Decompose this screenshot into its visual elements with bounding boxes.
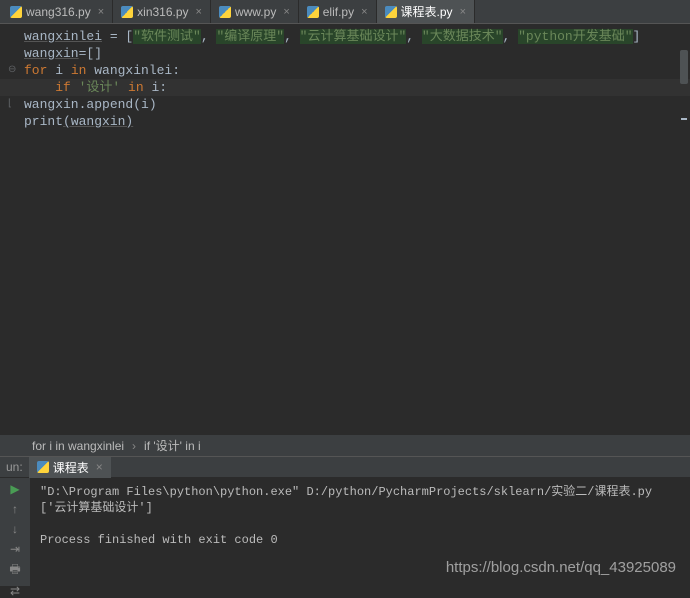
run-tab-label: 课程表 — [53, 459, 89, 476]
code-line: print(wangxin) — [24, 113, 682, 130]
tab-xin316[interactable]: xin316.py × — [113, 0, 211, 23]
python-icon — [121, 6, 133, 18]
run-label: un: — [6, 460, 23, 474]
scroll-up-icon[interactable]: ↑ — [7, 502, 23, 516]
python-icon — [385, 6, 397, 18]
close-icon[interactable]: × — [283, 6, 289, 18]
settings-icon[interactable]: ⇄ — [7, 584, 23, 598]
tab-www[interactable]: www.py × — [211, 0, 299, 23]
tab-label: www.py — [235, 5, 276, 19]
rerun-icon[interactable]: ▶ — [7, 482, 23, 496]
tab-elif[interactable]: elif.py × — [299, 0, 377, 23]
run-panel: ▶ ↑ ↓ ⇥ 🖶 ⇄ "D:\Program Files\python\pyt… — [0, 478, 690, 586]
code-line: ⊖ for i in wangxinlei: — [24, 62, 682, 79]
python-icon — [219, 6, 231, 18]
tab-label: wang316.py — [26, 5, 91, 19]
soft-wrap-icon[interactable]: ⇥ — [7, 542, 23, 556]
breadcrumb: for i in wangxinlei › if '设计' in i — [0, 434, 690, 456]
close-icon[interactable]: × — [361, 6, 367, 18]
scroll-down-icon[interactable]: ↓ — [7, 522, 23, 536]
tab-kebiao[interactable]: 课程表.py × — [377, 0, 475, 23]
python-icon — [10, 6, 22, 18]
code-line: ⌊ wangxin.append(i) — [24, 96, 682, 113]
close-icon[interactable]: × — [196, 6, 202, 18]
breadcrumb-item[interactable]: for i in wangxinlei — [32, 439, 124, 453]
close-icon[interactable]: × — [96, 460, 103, 474]
breadcrumb-item[interactable]: if '设计' in i — [144, 437, 201, 454]
fold-icon[interactable]: ⊖ — [8, 62, 16, 79]
print-icon[interactable]: 🖶 — [7, 562, 23, 578]
chevron-right-icon: › — [132, 439, 136, 453]
code-line: wangxinlei = ["软件测试", "编译原理", "云计算基础设计",… — [24, 28, 682, 45]
tab-wang316[interactable]: wang316.py × — [2, 0, 113, 23]
scrollbar[interactable] — [680, 50, 688, 330]
run-panel-header: un: 课程表 × — [0, 456, 690, 478]
python-icon — [37, 461, 49, 473]
editor-tabs: wang316.py × xin316.py × www.py × elif.p… — [0, 0, 690, 24]
caret-marker — [681, 118, 687, 120]
tab-label: 课程表.py — [401, 3, 453, 20]
python-icon — [307, 6, 319, 18]
tab-label: elif.py — [323, 5, 354, 19]
close-icon[interactable]: × — [460, 6, 466, 18]
run-toolbar: ▶ ↑ ↓ ⇥ 🖶 ⇄ — [0, 478, 30, 586]
code-line: if '设计' in i: — [0, 79, 690, 96]
run-tab[interactable]: 课程表 × — [29, 457, 111, 478]
code-editor[interactable]: wangxinlei = ["软件测试", "编译原理", "云计算基础设计",… — [0, 24, 690, 434]
tab-label: xin316.py — [137, 5, 188, 19]
fold-end-icon[interactable]: ⌊ — [8, 96, 12, 113]
code-line: wangxin=[] — [24, 45, 682, 62]
console-output[interactable]: "D:\Program Files\python\python.exe" D:/… — [30, 478, 690, 586]
close-icon[interactable]: × — [98, 6, 104, 18]
